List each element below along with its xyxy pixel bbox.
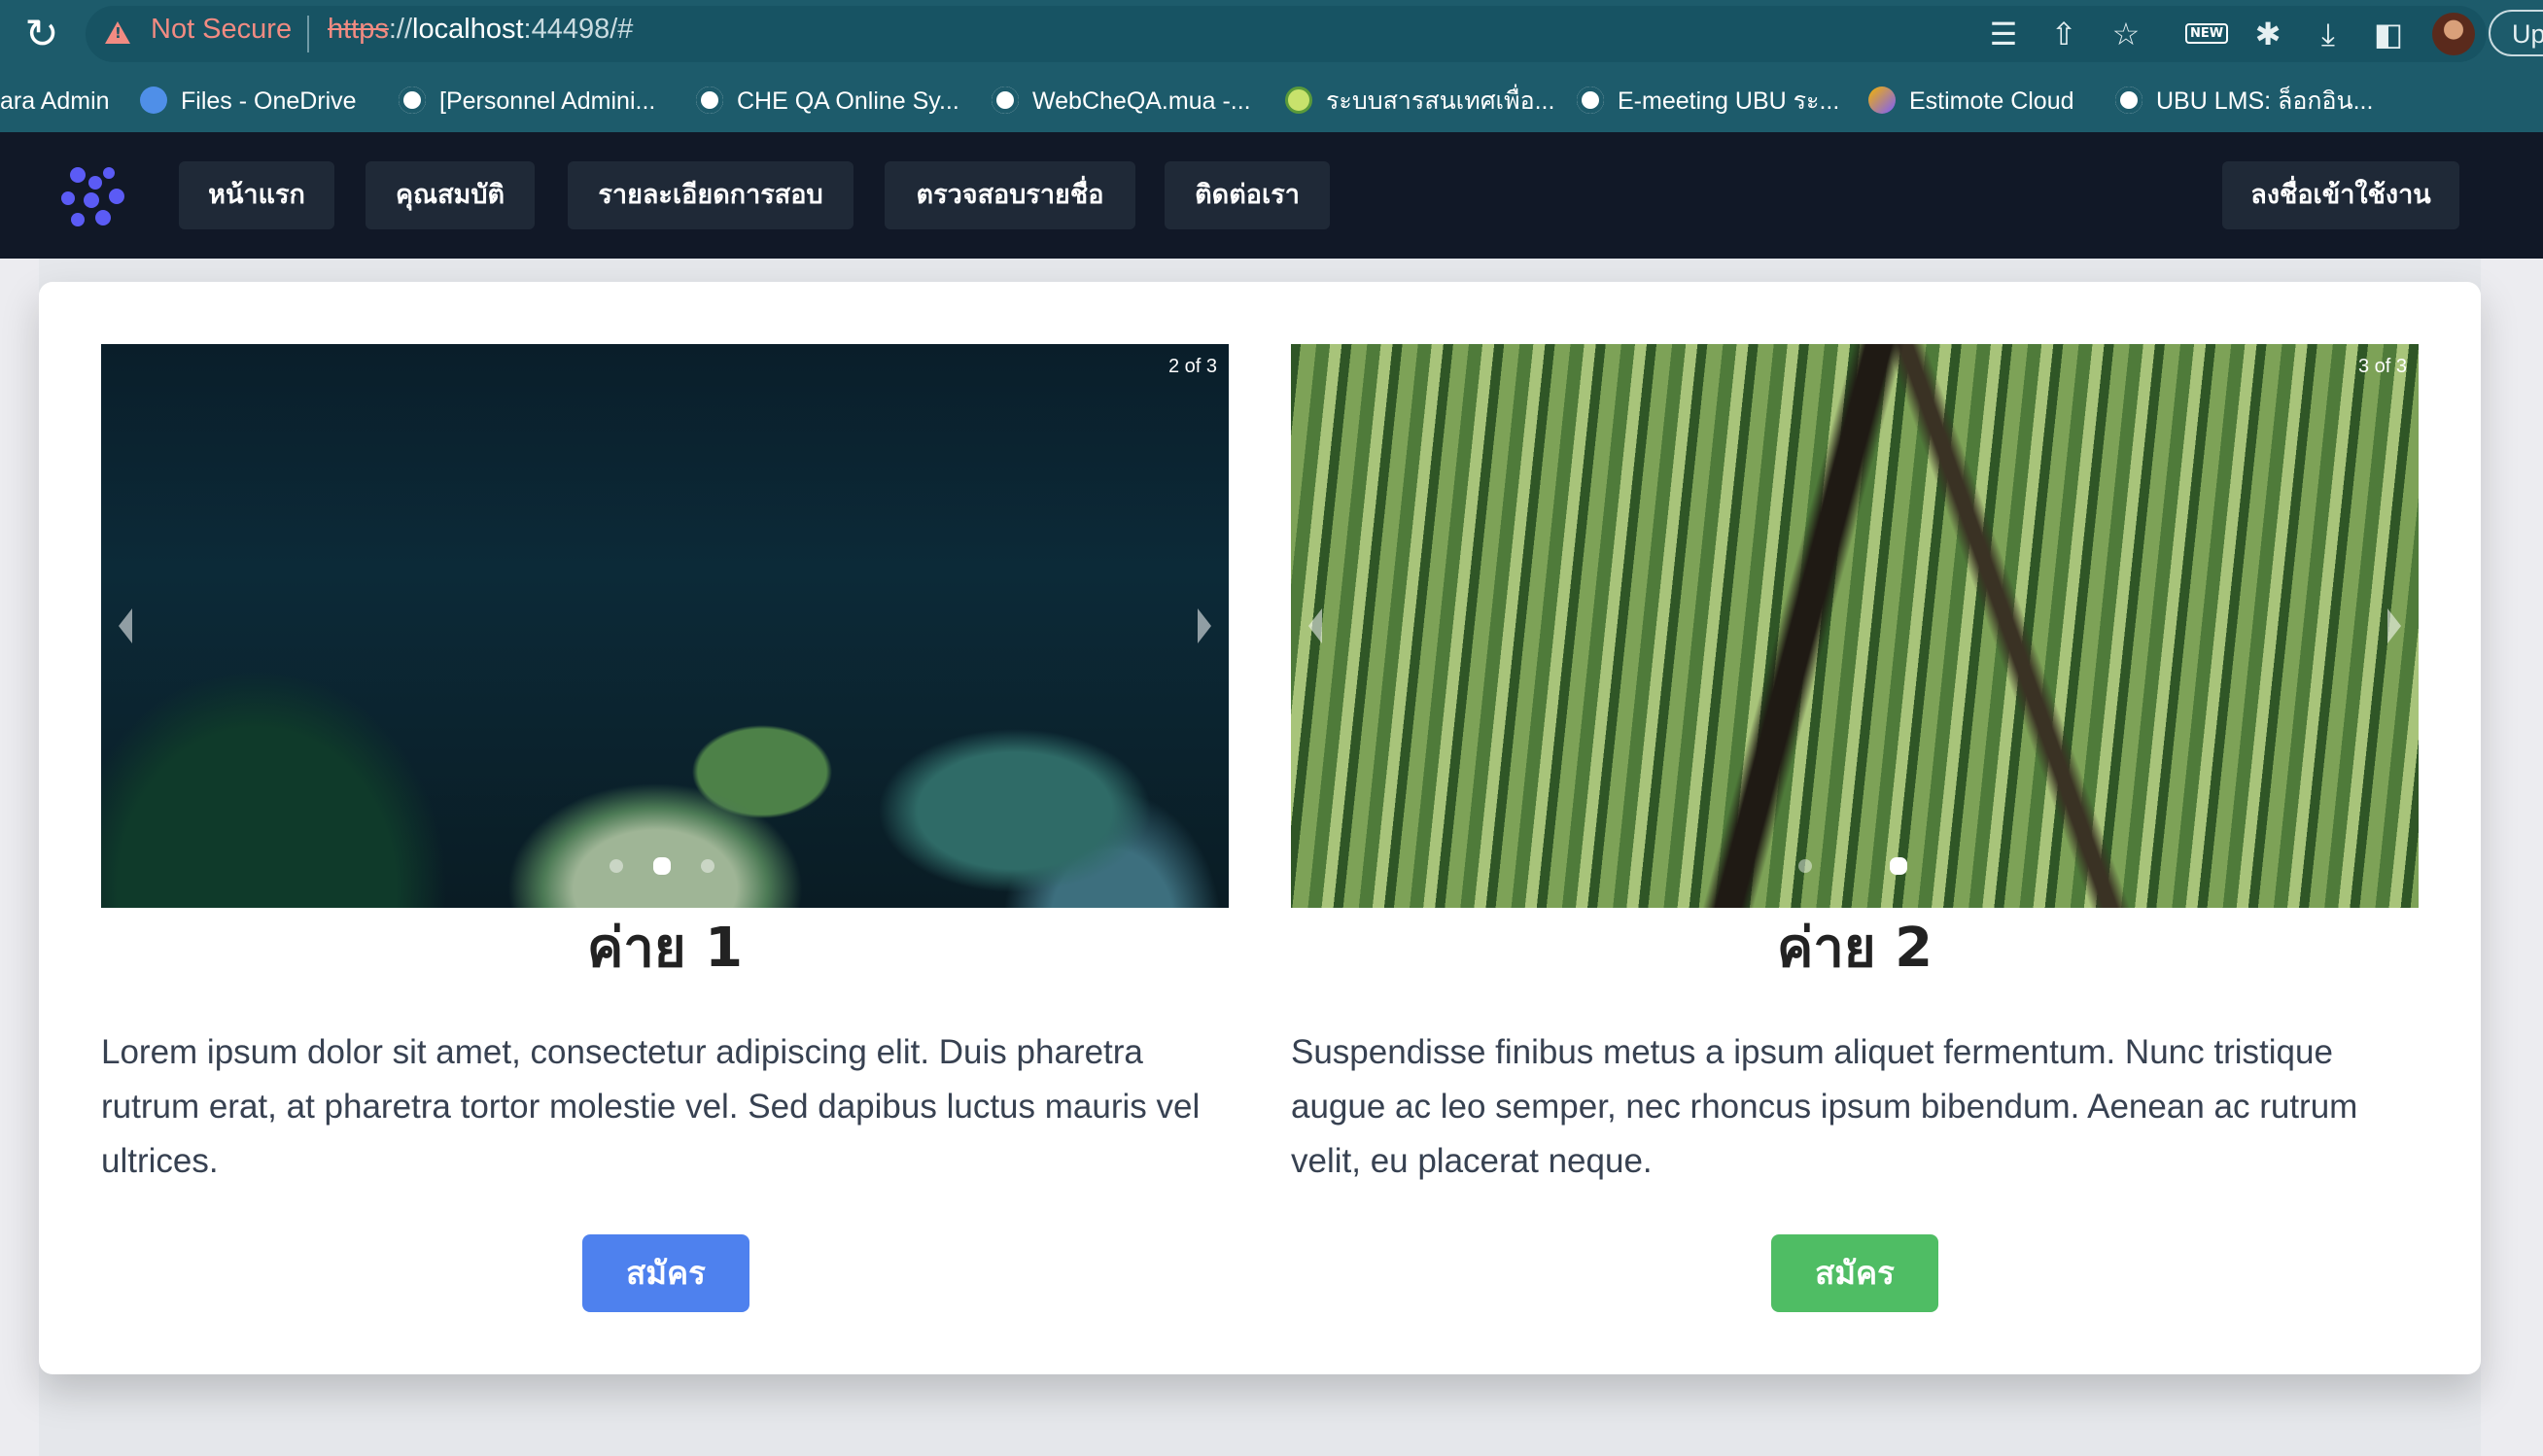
nav-qualifications[interactable]: คุณสมบัติ	[366, 161, 535, 229]
bookmark-label: [Personnel Admini...	[439, 87, 656, 115]
translate-icon[interactable]: ☰	[1983, 14, 2024, 54]
nav-exam-details[interactable]: รายละเอียดการสอบ	[568, 161, 853, 229]
bookmark-label: Estimote Cloud	[1909, 87, 2074, 115]
camp-1-title: ค่าย 1	[586, 917, 744, 980]
reload-icon[interactable]: ↻	[21, 14, 62, 54]
bookmark-item[interactable]: UBU LMS: ล็อกอิน...	[2115, 82, 2373, 121]
bookmark-item[interactable]: Estimote Cloud	[1868, 82, 2074, 121]
site-navbar: หน้าแรก คุณสมบัติ รายละเอียดการสอบ ตรวจส…	[0, 132, 2543, 259]
bookmark-label: UBU LMS: ล็อกอิน...	[2156, 87, 2374, 115]
url-host: localhost	[412, 14, 524, 45]
carousel-prev-icon[interactable]	[119, 608, 132, 643]
camp-1-carousel[interactable]: 2 of 3	[101, 344, 1229, 908]
profile-avatar[interactable]	[2432, 13, 2475, 55]
url-scheme: https	[328, 14, 389, 45]
carousel-next-icon[interactable]	[1198, 608, 1211, 643]
bookmark-label: ara Admin	[0, 87, 110, 115]
bookmark-item[interactable]: ara Admin	[0, 82, 110, 121]
extensions-icon[interactable]: ✱	[2247, 14, 2288, 54]
url-separator: ://	[388, 14, 413, 45]
carousel-dot[interactable]	[610, 859, 623, 873]
side-panel-icon[interactable]: ◧	[2368, 14, 2409, 54]
address-separator	[307, 16, 309, 52]
nav-contact[interactable]: ติดต่อเรา	[1165, 161, 1330, 229]
nav-home[interactable]: หน้าแรก	[179, 161, 334, 229]
globe-icon	[1577, 87, 1604, 115]
bookmark-label: ระบบสารสนเทศเพื่อ...	[1326, 87, 1555, 115]
bookmark-item[interactable]: ระบบสารสนเทศเพื่อ...	[1285, 82, 1554, 121]
slide-counter: 3 of 3	[2357, 356, 2407, 377]
carousel-dot[interactable]	[1798, 859, 1812, 873]
camp-2-carousel[interactable]: 3 of 3	[1291, 344, 2419, 908]
bookmark-label: WebCheQA.mua -...	[1032, 87, 1251, 115]
not-secure-label[interactable]: Not Secure	[151, 14, 292, 46]
camp-1-description: Lorem ipsum dolor sit amet, consectetur …	[101, 1033, 1201, 1180]
download-icon[interactable]: ⤓	[2308, 14, 2349, 54]
carousel-dot[interactable]	[701, 859, 714, 873]
carousel-next-icon[interactable]	[2387, 608, 2401, 643]
slide-counter: 2 of 3	[1167, 356, 1217, 377]
bookmark-item[interactable]: Files - OneDrive	[140, 82, 357, 121]
globe-icon	[696, 87, 723, 115]
carousel-dot-active[interactable]	[653, 857, 671, 875]
camp-2-description: Suspendisse finibus metus a ipsum alique…	[1291, 1033, 2358, 1180]
bookmark-item[interactable]: [Personnel Admini...	[399, 82, 655, 121]
url-path: :44498/#	[523, 14, 634, 45]
seal-icon	[1285, 87, 1312, 115]
update-button[interactable]: Up	[2489, 10, 2543, 56]
globe-icon	[2115, 87, 2142, 115]
estimote-icon	[1868, 87, 1896, 115]
globe-icon	[399, 87, 426, 115]
warning-icon	[105, 21, 130, 44]
onedrive-icon	[140, 87, 167, 115]
bookmark-item[interactable]: E-meeting UBU ระ...	[1577, 82, 1839, 121]
bookmark-item[interactable]: WebCheQA.mua -...	[992, 82, 1251, 121]
bookmark-label: E-meeting UBU ระ...	[1618, 87, 1840, 115]
carousel-prev-icon[interactable]	[1308, 608, 1322, 643]
camp-2-apply-button[interactable]: สมัคร	[1771, 1234, 1938, 1312]
bookmark-star-icon[interactable]: ☆	[2106, 14, 2146, 54]
share-icon[interactable]: ⇧	[2043, 14, 2084, 54]
bookmark-label: CHE QA Online Sy...	[737, 87, 959, 115]
bookmarks-bar: ara Admin Files - OneDrive [Personnel Ad…	[0, 68, 2543, 132]
bookmark-label: Files - OneDrive	[181, 87, 357, 115]
globe-icon	[992, 87, 1019, 115]
nav-check-names[interactable]: ตรวจสอบรายชื่อ	[885, 161, 1135, 229]
logo-icon[interactable]	[58, 161, 132, 235]
camp-2-title: ค่าย 2	[1776, 917, 1933, 980]
browser-toolbar: ↻ Not Secure https://localhost:44498/# ☰…	[0, 0, 2543, 68]
carousel-dot-active[interactable]	[1890, 857, 1907, 875]
url-text[interactable]: https://localhost:44498/#	[328, 14, 633, 46]
bookmark-item[interactable]: CHE QA Online Sy...	[696, 82, 959, 121]
new-feature-icon[interactable]: NEW	[2185, 23, 2229, 44]
camp-1-apply-button[interactable]: สมัคร	[582, 1234, 749, 1312]
login-button[interactable]: ลงชื่อเข้าใช้งาน	[2222, 161, 2459, 229]
